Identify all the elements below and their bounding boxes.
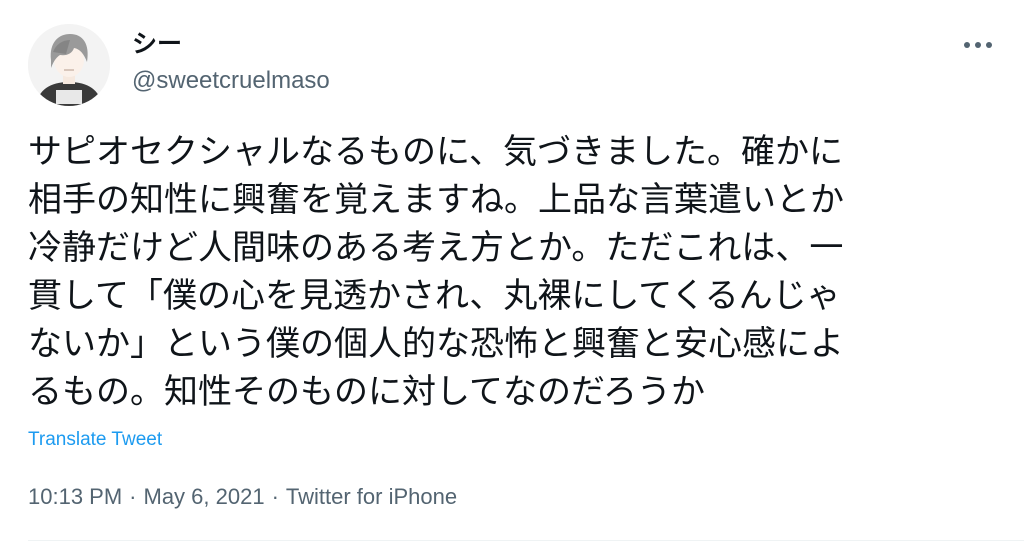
separator: · xyxy=(271,484,279,509)
tweet-metadata: 10:13 PM · May 6, 2021 · Twitter for iPhone xyxy=(28,483,457,511)
avatar[interactable] xyxy=(28,24,110,106)
tweet-text-line: ないか」という僕の個人的な恐怖と興奮と安心感によ xyxy=(28,324,844,364)
tweet-card: シー @sweetcruelmaso サピオセクシャルなるものに、気づきました。… xyxy=(0,0,1024,543)
translate-tweet-link[interactable]: Translate Tweet xyxy=(28,428,162,452)
user-handle[interactable]: @sweetcruelmaso xyxy=(132,66,330,96)
more-horizontal-icon xyxy=(964,42,992,48)
tweet-text-line: 冷静だけど人間味のある考え方とか。ただこれは、一 xyxy=(28,228,844,268)
tweet-text: サピオセクシャルなるものに、気づきました。確かに 相手の知性に興奮を覚えますね。… xyxy=(28,128,1003,416)
tweet-text-line: 相手の知性に興奮を覚えますね。上品な言葉遣いとか xyxy=(28,180,844,220)
more-options-button[interactable] xyxy=(956,30,1000,60)
display-name[interactable]: シー xyxy=(132,28,182,60)
separator: · xyxy=(129,484,137,509)
tweet-source[interactable]: Twitter for iPhone xyxy=(286,483,457,511)
tweet-text-line: 貫して「僕の心を見透かされ、丸裸にしてくるんじゃ xyxy=(28,276,841,316)
divider xyxy=(28,540,1024,541)
anime-avatar-icon xyxy=(28,24,110,106)
tweet-date[interactable]: May 6, 2021 xyxy=(144,483,265,511)
tweet-text-line: サピオセクシャルなるものに、気づきました。確かに xyxy=(28,132,843,172)
tweet-text-line: るもの。知性そのものに対してなのだろうか xyxy=(28,372,705,412)
tweet-time[interactable]: 10:13 PM xyxy=(28,483,122,511)
